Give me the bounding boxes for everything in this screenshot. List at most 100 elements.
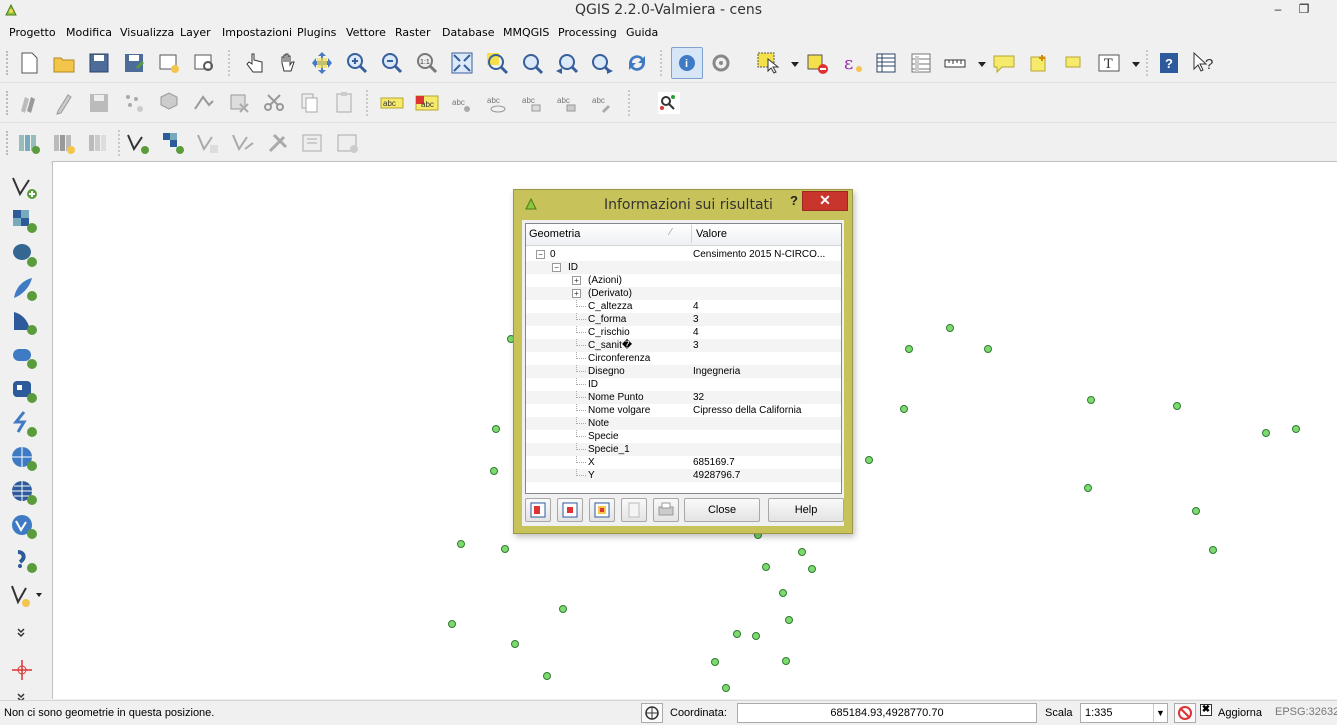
menu-progetto[interactable]: Progetto (9, 26, 56, 39)
render-checkbox[interactable]: ✖ (1200, 704, 1212, 716)
add-wcs-layer-icon[interactable] (8, 478, 42, 508)
column-header-value[interactable]: Valore (691, 225, 841, 243)
tree-point-marker[interactable] (492, 425, 500, 433)
tree-point-marker[interactable] (865, 456, 873, 464)
restore-button[interactable]: ❐ (1290, 0, 1318, 20)
tree-point-marker[interactable] (1087, 396, 1095, 404)
tree-row[interactable]: Disegno Ingegneria (526, 365, 841, 378)
open-project-icon[interactable] (50, 49, 78, 77)
tree-point-marker[interactable] (501, 545, 509, 553)
tree-row[interactable]: Specie_1 (526, 443, 841, 456)
tree-row[interactable]: C_altezza 4 (526, 300, 841, 313)
more-chevron-icon[interactable] (8, 684, 42, 703)
new-print-composer-icon[interactable] (155, 49, 183, 77)
dialog-titlebar[interactable]: Informazioni sui risultati ? ✕ (514, 190, 852, 218)
tree-point-marker[interactable] (711, 658, 719, 666)
map-tips-icon[interactable] (990, 49, 1018, 77)
tree-row[interactable]: C_rischio 4 (526, 326, 841, 339)
new-layer-icon[interactable] (50, 129, 78, 157)
save-edits-icon[interactable] (85, 89, 113, 117)
new-bookmark-icon[interactable] (1025, 49, 1053, 77)
add-delimited-text-icon[interactable] (8, 410, 42, 440)
tree-point-marker[interactable] (762, 563, 770, 571)
pan-icon[interactable] (274, 49, 302, 77)
text-annotation-icon[interactable]: T (1095, 49, 1123, 77)
expand-icon[interactable]: + (572, 276, 581, 285)
tree-point-marker[interactable] (946, 324, 954, 332)
zoom-in-icon[interactable] (343, 49, 371, 77)
tree-row[interactable]: Note (526, 417, 841, 430)
tree-point-marker[interactable] (782, 657, 790, 665)
tree-point-marker[interactable] (1173, 402, 1181, 410)
menu-processing[interactable]: Processing (558, 26, 617, 39)
tree-point-marker[interactable] (905, 345, 913, 353)
tree-row[interactable]: C_sanit� 3 (526, 339, 841, 352)
pan-to-selection-icon[interactable] (308, 49, 336, 77)
identify-icon[interactable]: i (671, 47, 703, 79)
coordinate-field[interactable]: 685184.93,4928770.70 (737, 703, 1037, 723)
change-label-icon[interactable]: abc (588, 89, 616, 117)
tree-point-marker[interactable] (733, 630, 741, 638)
zoom-full-icon[interactable] (448, 49, 476, 77)
add-wfs-layer-icon[interactable] (8, 512, 42, 542)
collapse-icon[interactable]: − (552, 263, 561, 272)
toggle-editing-icon[interactable] (50, 89, 78, 117)
menu-plugins[interactable]: Plugins (297, 26, 336, 39)
chevron-down-icon[interactable]: ▼ (1153, 704, 1167, 722)
paste-features-icon[interactable] (330, 89, 358, 117)
menu-modifica[interactable]: Modifica (66, 26, 112, 39)
help-button[interactable]: Help (768, 498, 844, 522)
scale-combobox[interactable]: 1:335 ▼ (1080, 703, 1168, 723)
zoom-out-icon[interactable] (378, 49, 406, 77)
georeferencer-icon[interactable] (655, 89, 683, 117)
tree-row[interactable]: − ID (526, 261, 841, 274)
tree-row[interactable]: + (Derivato) (526, 287, 841, 300)
print-icon[interactable] (653, 498, 679, 522)
measure-icon[interactable] (942, 49, 970, 77)
tree-point-marker[interactable] (490, 467, 498, 475)
tree-point-marker[interactable] (900, 405, 908, 413)
tree-row[interactable]: Specie (526, 430, 841, 443)
layer-operations-icon[interactable] (85, 129, 113, 157)
tree-point-marker[interactable] (798, 548, 806, 556)
tree-row[interactable]: X 685169.7 (526, 456, 841, 469)
zoom-to-selection-icon[interactable] (483, 49, 511, 77)
select-features-icon[interactable] (755, 49, 783, 77)
composer-manager-icon[interactable] (190, 49, 218, 77)
new-project-icon[interactable] (15, 49, 43, 77)
menu-impostazioni[interactable]: Impostazioni (222, 26, 292, 39)
copy-feature-icon[interactable] (621, 498, 647, 522)
select-dropdown-icon[interactable] (781, 49, 799, 77)
add-raster-layer-icon[interactable] (8, 206, 42, 236)
results-tree[interactable]: Geometria ⁄ Valore −0 Censimento 2015 N-C… (525, 223, 842, 494)
add-oracle-layer-icon[interactable] (8, 342, 42, 372)
move-feature-icon[interactable] (155, 89, 183, 117)
current-edits-icon[interactable] (15, 89, 43, 117)
field-calculator-icon[interactable]: ε (838, 49, 866, 77)
new-vector-layer-icon[interactable] (8, 580, 42, 610)
tree-point-marker[interactable] (984, 345, 992, 353)
layer-tool-d-icon[interactable] (299, 129, 327, 157)
copy-features-icon[interactable] (295, 89, 323, 117)
whats-this-icon[interactable]: ? (1190, 49, 1218, 77)
expand-all-icon[interactable] (525, 498, 551, 522)
measure-dropdown-icon[interactable] (968, 49, 986, 77)
touch-zoom-icon[interactable] (240, 49, 268, 77)
layer-tool-c-icon[interactable] (264, 129, 292, 157)
layer-tool-b-icon[interactable] (229, 129, 257, 157)
deselect-icon[interactable] (803, 49, 831, 77)
tree-row[interactable]: Y 4928796.7 (526, 469, 841, 482)
add-wms-layer-icon[interactable] (8, 444, 42, 474)
tree-row[interactable]: + (Azioni) (526, 274, 841, 287)
mouse-coords-toggle-icon[interactable] (641, 703, 663, 723)
delete-selected-icon[interactable] (225, 89, 253, 117)
zoom-to-layer-icon[interactable] (518, 49, 546, 77)
toolbar-grip[interactable] (6, 131, 10, 155)
tree-point-marker[interactable] (1084, 484, 1092, 492)
tree-point-marker[interactable] (543, 672, 551, 680)
toolbar-grip[interactable] (6, 91, 10, 115)
menu-layer[interactable]: Layer (180, 26, 211, 39)
menu-vettore[interactable]: Vettore (346, 26, 386, 39)
tree-row[interactable]: −0 Censimento 2015 N-CIRCO... (526, 248, 841, 261)
menu-database[interactable]: Database (442, 26, 495, 39)
